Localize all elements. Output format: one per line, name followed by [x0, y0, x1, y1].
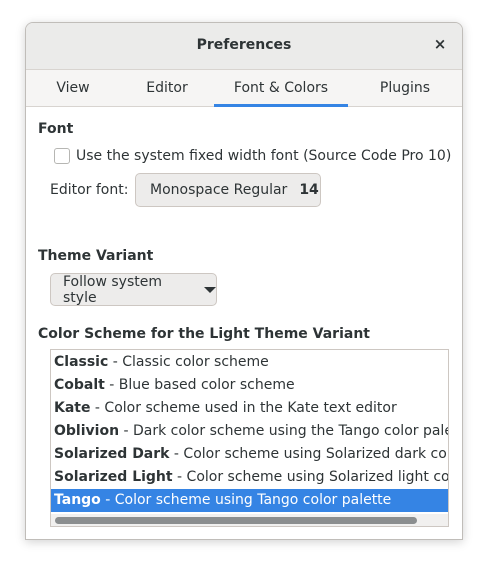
editor-font-name: Monospace Regular [150, 182, 288, 198]
font-colors-page: Font Use the system fixed width font (So… [26, 107, 462, 539]
horizontal-scrollbar[interactable] [51, 514, 448, 526]
scheme-section-title: Color Scheme for the Light Theme Variant [38, 326, 370, 342]
theme-section-title: Theme Variant [38, 248, 154, 264]
list-item[interactable]: Cobalt - Blue based color scheme [51, 374, 448, 397]
system-font-label: Use the system fixed width font (Source … [76, 148, 452, 164]
close-button[interactable]: × [432, 35, 448, 53]
chevron-down-icon [204, 286, 216, 293]
color-scheme-list[interactable]: Classic - Classic color scheme Cobalt - … [50, 349, 449, 527]
list-item[interactable]: Kate - Color scheme used in the Kate tex… [51, 397, 448, 420]
list-item-selected[interactable]: Tango - Color scheme using Tango color p… [51, 489, 448, 512]
tab-view[interactable]: View [26, 70, 120, 106]
editor-font-button[interactable]: Monospace Regular 14 [135, 173, 321, 207]
window-title: Preferences [196, 37, 292, 53]
list-item[interactable]: Solarized Light - Color scheme using Sol… [51, 466, 448, 489]
system-font-checkbox[interactable] [54, 148, 70, 164]
preferences-window: Preferences × View Editor Font & Colors … [25, 22, 463, 540]
list-item[interactable]: Classic - Classic color scheme [51, 351, 448, 374]
editor-font-label: Editor font: [50, 182, 129, 198]
tab-font-colors[interactable]: Font & Colors [214, 70, 348, 107]
scrollbar-thumb[interactable] [55, 517, 417, 524]
title-bar: Preferences × [26, 23, 462, 70]
tab-plugins[interactable]: Plugins [348, 70, 462, 106]
editor-font-size: 14 [299, 182, 319, 198]
list-item[interactable]: Oblivion - Dark color scheme using the T… [51, 420, 448, 443]
tab-editor[interactable]: Editor [120, 70, 214, 106]
tab-bar: View Editor Font & Colors Plugins [26, 70, 462, 107]
theme-variant-dropdown[interactable]: Follow system style [50, 273, 217, 306]
system-font-option[interactable]: Use the system fixed width font (Source … [54, 147, 451, 165]
list-item[interactable]: Solarized Dark - Color scheme using Sola… [51, 443, 448, 466]
close-icon: × [433, 35, 447, 53]
theme-variant-value: Follow system style [63, 273, 162, 306]
font-section-title: Font [38, 121, 74, 137]
